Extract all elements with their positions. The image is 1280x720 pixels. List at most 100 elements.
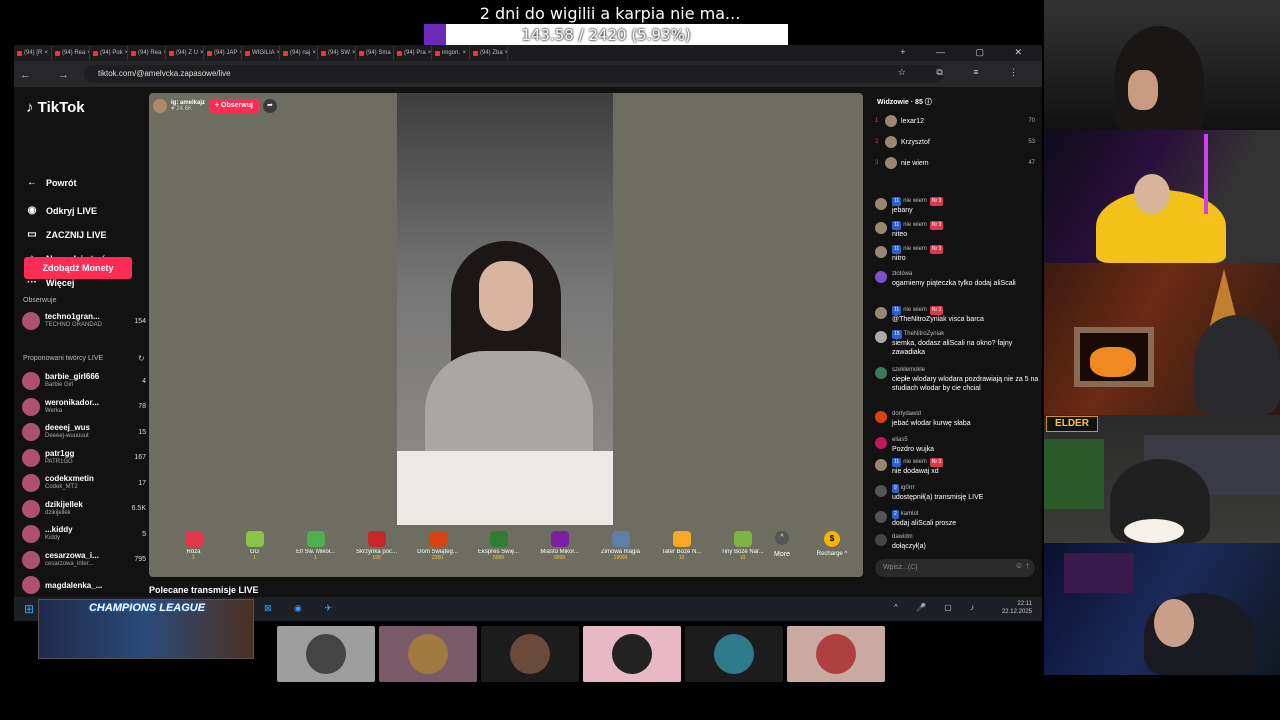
host-avatar[interactable]	[153, 99, 167, 113]
creator-text: barbie_girl666 Barbie Girl	[45, 372, 121, 390]
creator-item[interactable]: cesarzowa_i... cesarzowa_inter... 795	[22, 548, 146, 572]
tiktok-logo[interactable]: ♪ TikTok	[26, 99, 85, 116]
chat-avatar[interactable]	[875, 534, 887, 546]
live-video[interactable]	[397, 93, 613, 525]
close-tab-icon[interactable]: ×	[462, 50, 466, 56]
creator-item[interactable]: codekxmetin Codek_MT2 17	[22, 471, 146, 495]
chat-avatar[interactable]	[875, 331, 887, 343]
browser-tab[interactable]: (94) Zba ×	[470, 46, 508, 60]
creator-item[interactable]: magdalenka_...	[22, 573, 146, 597]
browser-tab[interactable]: (94) JAP×	[204, 46, 242, 60]
chat-avatar[interactable]	[875, 437, 887, 449]
chat-username[interactable]: dawidm	[892, 534, 913, 540]
gift-item[interactable]: Miasto Mikoł... 9999	[529, 525, 590, 577]
close-tab-icon[interactable]: ×	[312, 50, 316, 56]
chat-avatar[interactable]	[875, 271, 887, 283]
windows-start-icon[interactable]: ⊞	[24, 602, 34, 616]
url-field[interactable]: tiktok.com/@amelvcka.zapasowe/live	[84, 65, 944, 83]
browser-tab[interactable]: imgon. ×	[432, 46, 470, 60]
gift-item[interactable]: Róża 1	[163, 525, 224, 577]
chat-message: elias5 Pozdro wujka	[875, 436, 1039, 454]
chat-avatar[interactable]	[875, 198, 887, 210]
creator-item[interactable]: weronikador... Werka 78	[22, 395, 146, 419]
close-tab-icon[interactable]: ×	[200, 50, 203, 56]
chat-username[interactable]: nie wiem	[903, 307, 927, 313]
browser-tab[interactable]: (94) Rea×	[128, 46, 166, 60]
chat-username[interactable]: nie wiem	[903, 459, 927, 465]
system-tray-icons[interactable]: ^ 🎤 ▢ ♪	[894, 603, 982, 612]
viewers-title[interactable]: Widzowie · 85 ⓘ	[877, 97, 932, 107]
browser-tab[interactable]: (94) Pok ×	[90, 46, 128, 60]
creator-item[interactable]: barbie_girl666 Barbie Girl 4	[22, 369, 146, 393]
creator-item[interactable]: patr1gg PATR1GG 167	[22, 446, 146, 470]
clock[interactable]: 22:11 22.12.2025	[1002, 600, 1032, 616]
gift-item[interactable]: Dom Świąteg... 2200	[407, 525, 468, 577]
browser-tab[interactable]: (94) Rea×	[52, 46, 90, 60]
chat-username[interactable]: dortydawid	[892, 411, 921, 417]
chat-avatar[interactable]	[875, 246, 887, 258]
bookmark-star-icon[interactable]: ☆ ⧉ ≡ ⋮	[898, 67, 1032, 78]
live-player[interactable]: ig: amelkajz ♥ 24.6K + Obserwuj ➦ Róża 1 G…	[149, 93, 863, 577]
gift-icon	[306, 531, 325, 547]
window-controls[interactable]: + — ▢ ✕	[900, 47, 1036, 58]
chat-avatar[interactable]	[875, 367, 887, 379]
more-gifts-button[interactable]: ^ More	[767, 531, 797, 558]
chat-username[interactable]: szeklemokle	[892, 367, 925, 373]
browser-tab[interactable]: (94) Z U ×	[166, 46, 204, 60]
creator-item[interactable]: deeeej_wus Deeeej-wuuuuut 15	[22, 420, 146, 444]
gift-item[interactable]: Elf Św. Mikoł... 1	[285, 525, 346, 577]
close-tab-icon[interactable]: ×	[428, 50, 431, 56]
chat-username[interactable]: nie wiem	[903, 222, 927, 228]
chat-username[interactable]: kamlot	[901, 511, 919, 517]
chat-text: nitro	[892, 255, 906, 262]
gift-item[interactable]: Tiny Boże Nar... 10	[712, 525, 773, 577]
top-viewer[interactable]: 2 Krzysztof 53	[875, 132, 1035, 152]
top-viewer[interactable]: 1 lexar12 70	[875, 111, 1035, 131]
gift-item[interactable]: Zimowa magia 19999	[590, 525, 651, 577]
chat-username[interactable]: nie wiem	[903, 246, 927, 252]
gift-item[interactable]: Skrzynka poc... 199	[346, 525, 407, 577]
browser-tab[interactable]: (94) [R ×	[14, 46, 52, 60]
follow-button[interactable]: + Obserwuj	[209, 99, 259, 113]
creator-item[interactable]: dzikijellek dzikijellek 6.5K	[22, 497, 146, 521]
taskbar-apps[interactable]: ⊠ ◉ ✈	[264, 603, 342, 614]
host-text: ig: amelkajz ♥ 24.6K	[171, 100, 205, 112]
chat-username[interactable]: złotówa	[892, 271, 912, 277]
chat-username[interactable]: ig0rrr	[901, 485, 915, 491]
gift-item[interactable]: Ekspres Świę... 5999	[468, 525, 529, 577]
close-tab-icon[interactable]: ×	[44, 50, 48, 56]
chat-avatar[interactable]	[875, 459, 887, 471]
chat-username[interactable]: elias5	[892, 437, 908, 443]
browser-tab[interactable]: (94) naj ×	[280, 46, 318, 60]
share-icon[interactable]: ➦	[262, 99, 277, 113]
chat-username[interactable]: nie wiem	[903, 198, 927, 204]
close-tab-icon[interactable]: ×	[505, 50, 507, 56]
gift-item[interactable]: Tater Boże N... 10	[651, 525, 712, 577]
level-badge: 15	[892, 330, 902, 339]
chat-avatar[interactable]	[875, 411, 887, 423]
gift-item[interactable]: GG 1	[224, 525, 285, 577]
sidebar-item[interactable]: ▭ ZACZNIJ LIVE	[26, 229, 106, 240]
chat-avatar[interactable]	[875, 485, 887, 497]
sidebar-item[interactable]: ◉ Odkryj LIVE	[26, 205, 97, 216]
recharge-button[interactable]: $ Recharge ^	[811, 531, 853, 557]
browser-tab[interactable]: (94) Sma×	[356, 46, 394, 60]
browser-tab[interactable]: (94) SW ×	[318, 46, 356, 60]
emoji-icon[interactable]: ☺ ↑	[1015, 561, 1029, 570]
creator-item[interactable]: ...kiddy Kiddy 5	[22, 522, 146, 546]
browser-tab[interactable]: WIGILIA ×	[242, 46, 280, 60]
top-viewer[interactable]: 3 nie wiem 47	[875, 153, 1035, 173]
webcam-second	[1044, 130, 1280, 263]
browser-tab[interactable]: (94) Pra ×	[394, 46, 432, 60]
get-coins-button[interactable]: Zdobądź Monety	[24, 257, 132, 279]
following-title: Obserwuje	[23, 297, 57, 304]
close-tab-icon[interactable]: ×	[352, 50, 355, 56]
chat-avatar[interactable]	[875, 511, 887, 523]
sidebar-item[interactable]: ← Powrót	[26, 177, 77, 188]
refresh-icon[interactable]: ↻	[138, 354, 145, 363]
creator-item[interactable]: techno1gran... TECHNO GRANDAD 154	[22, 309, 146, 333]
chat-avatar[interactable]	[875, 307, 887, 319]
chat-avatar[interactable]	[875, 222, 887, 234]
chat-input[interactable]: Wpisz...(C)	[875, 559, 1035, 577]
chat-username[interactable]: TheNitroZyniak	[904, 331, 945, 337]
